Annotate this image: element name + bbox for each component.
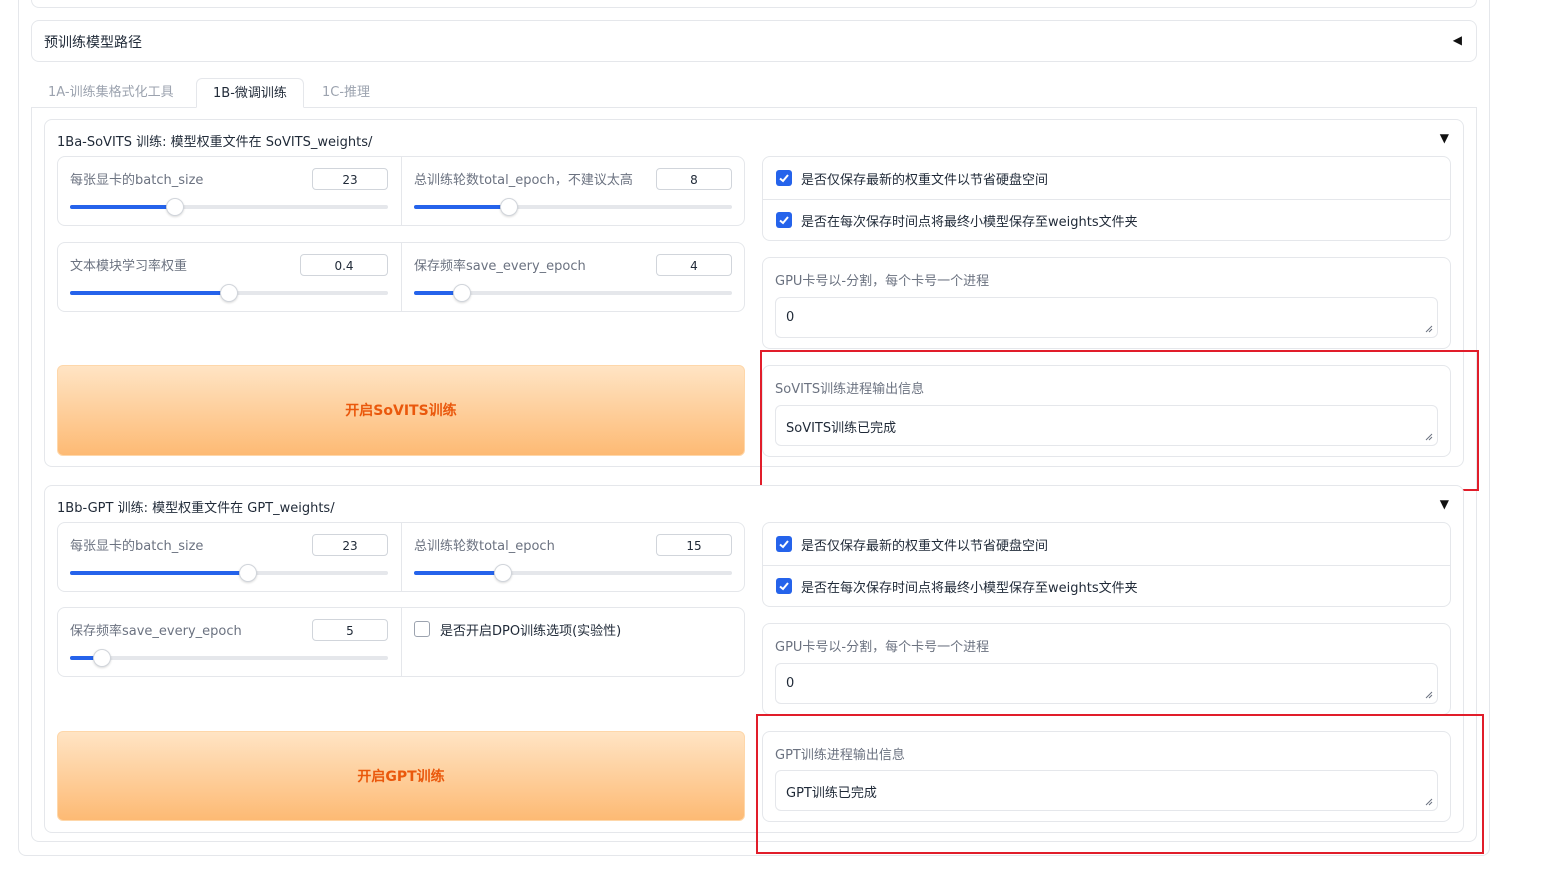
section-title: 1Bb-GPT 训练: 模型权重文件在 GPT_weights/ [57,501,335,516]
slider-thumb[interactable] [165,198,184,216]
slider-thumb[interactable] [452,284,471,302]
pretrained-model-path-accordion[interactable]: 预训练模型路径 ◀ [31,20,1477,62]
batch-size-label: 每张显卡的batch_size [70,539,204,554]
gpu-label: GPU卡号以-分割，每个卡号一个进程 [775,640,990,655]
highlight-box [756,714,1484,854]
total-epoch-label: 总训练轮数total_epoch [414,539,555,554]
gpu-ids-value: 0 [786,676,795,691]
batch-size-input[interactable]: 23 [312,168,388,190]
resize-grip-icon[interactable] [1425,691,1433,699]
row-divider [763,565,1450,566]
total-epoch-input[interactable]: 15 [656,534,732,556]
gpu-label: GPU卡号以-分割，每个卡号一个进程 [775,274,990,289]
slider-thumb[interactable] [239,564,258,582]
collapse-arrow-icon[interactable]: ◀ [1453,33,1462,47]
checkbox-save-latest-only[interactable] [776,536,792,552]
batch-size-slider[interactable] [70,564,388,582]
resize-grip-icon[interactable] [1425,325,1433,333]
slider-thumb[interactable] [494,564,513,582]
column-divider [401,608,402,676]
checkbox-label[interactable]: 是否仅保存最新的权重文件以节省硬盘空间 [801,535,1048,554]
text-lr-label: 文本模块学习率权重 [70,259,188,274]
column-divider [401,243,402,311]
checkbox-save-to-weights[interactable] [776,578,792,594]
slider-thumb[interactable] [500,198,519,216]
slider-thumb[interactable] [220,284,238,302]
slider-fill [414,205,510,209]
column-divider [401,157,402,225]
slider-fill [70,291,229,295]
gpt-slider-row-2: 保存频率save_every_epoch 5 是否开启DPO训练选项(实验性) [57,607,745,677]
sovits-gpu-field: GPU卡号以-分割，每个卡号一个进程 0 [762,257,1451,349]
gpu-ids-input[interactable]: 0 [775,297,1438,338]
gpu-ids-value: 0 [786,310,795,325]
tab-inference[interactable]: 1C-推理 [306,78,386,108]
total-epoch-slider[interactable] [414,564,732,582]
sovits-slider-row-1: 每张显卡的batch_size 23 总训练轮数total_epoch，不建议太… [57,156,745,226]
save-every-epoch-label: 保存频率save_every_epoch [414,259,586,274]
gpt-gpu-field: GPU卡号以-分割，每个卡号一个进程 0 [762,623,1451,715]
checkbox-label[interactable]: 是否仅保存最新的权重文件以节省硬盘空间 [801,169,1048,188]
batch-size-input[interactable]: 23 [312,534,388,556]
column-divider [401,523,402,591]
batch-size-slider[interactable] [70,198,388,216]
section-title: 1Ba-SoVITS 训练: 模型权重文件在 SoVITS_weights/ [57,135,373,150]
start-sovits-training-button[interactable]: 开启SoVITS训练 [57,365,745,456]
slider-thumb[interactable] [92,649,111,667]
collapse-arrow-icon[interactable]: ▼ [1440,497,1449,511]
checkbox-save-latest-only[interactable] [776,170,792,186]
collapse-arrow-icon[interactable]: ▼ [1440,131,1449,145]
slider-fill [414,571,504,575]
total-epoch-slider[interactable] [414,198,732,216]
save-every-epoch-slider[interactable] [414,284,732,302]
accordion-title: 预训练模型路径 [44,35,142,51]
checkbox-label[interactable]: 是否在每次保存时间点将最终小模型保存至weights文件夹 [801,211,1138,230]
start-gpt-training-button[interactable]: 开启GPT训练 [57,731,745,821]
tab-finetune-training[interactable]: 1B-微调训练 [196,78,304,108]
checkbox-save-to-weights[interactable] [776,212,792,228]
checkbox-enable-dpo[interactable] [414,621,430,637]
text-lr-slider[interactable] [70,284,388,302]
save-every-epoch-slider[interactable] [70,649,388,667]
save-every-epoch-input[interactable]: 5 [312,619,388,641]
gpt-slider-row-1: 每张显卡的batch_size 23 总训练轮数total_epoch 15 [57,522,745,592]
tab-dataset-format[interactable]: 1A-训练集格式化工具 [32,78,190,108]
sovits-checkbox-group: 是否仅保存最新的权重文件以节省硬盘空间 是否在每次保存时间点将最终小模型保存至w… [762,156,1451,241]
batch-size-label: 每张显卡的batch_size [70,173,204,188]
sovits-slider-row-2: 文本模块学习率权重 0.4 保存频率save_every_epoch 4 [57,242,745,312]
dpo-checkbox-label[interactable]: 是否开启DPO训练选项(实验性) [440,620,621,639]
text-lr-input[interactable]: 0.4 [300,254,388,276]
row-divider [763,199,1450,200]
total-epoch-label: 总训练轮数total_epoch，不建议太高 [414,173,633,188]
slider-fill [70,571,249,575]
gpu-ids-input[interactable]: 0 [775,663,1438,704]
checkbox-label[interactable]: 是否在每次保存时间点将最终小模型保存至weights文件夹 [801,577,1138,596]
previous-section-edge [31,0,1477,8]
save-every-epoch-input[interactable]: 4 [656,254,732,276]
total-epoch-input[interactable]: 8 [656,168,732,190]
slider-fill [70,205,175,209]
highlight-box [760,350,1479,491]
save-every-epoch-label: 保存频率save_every_epoch [70,624,242,639]
gpt-checkbox-group: 是否仅保存最新的权重文件以节省硬盘空间 是否在每次保存时间点将最终小模型保存至w… [762,522,1451,607]
